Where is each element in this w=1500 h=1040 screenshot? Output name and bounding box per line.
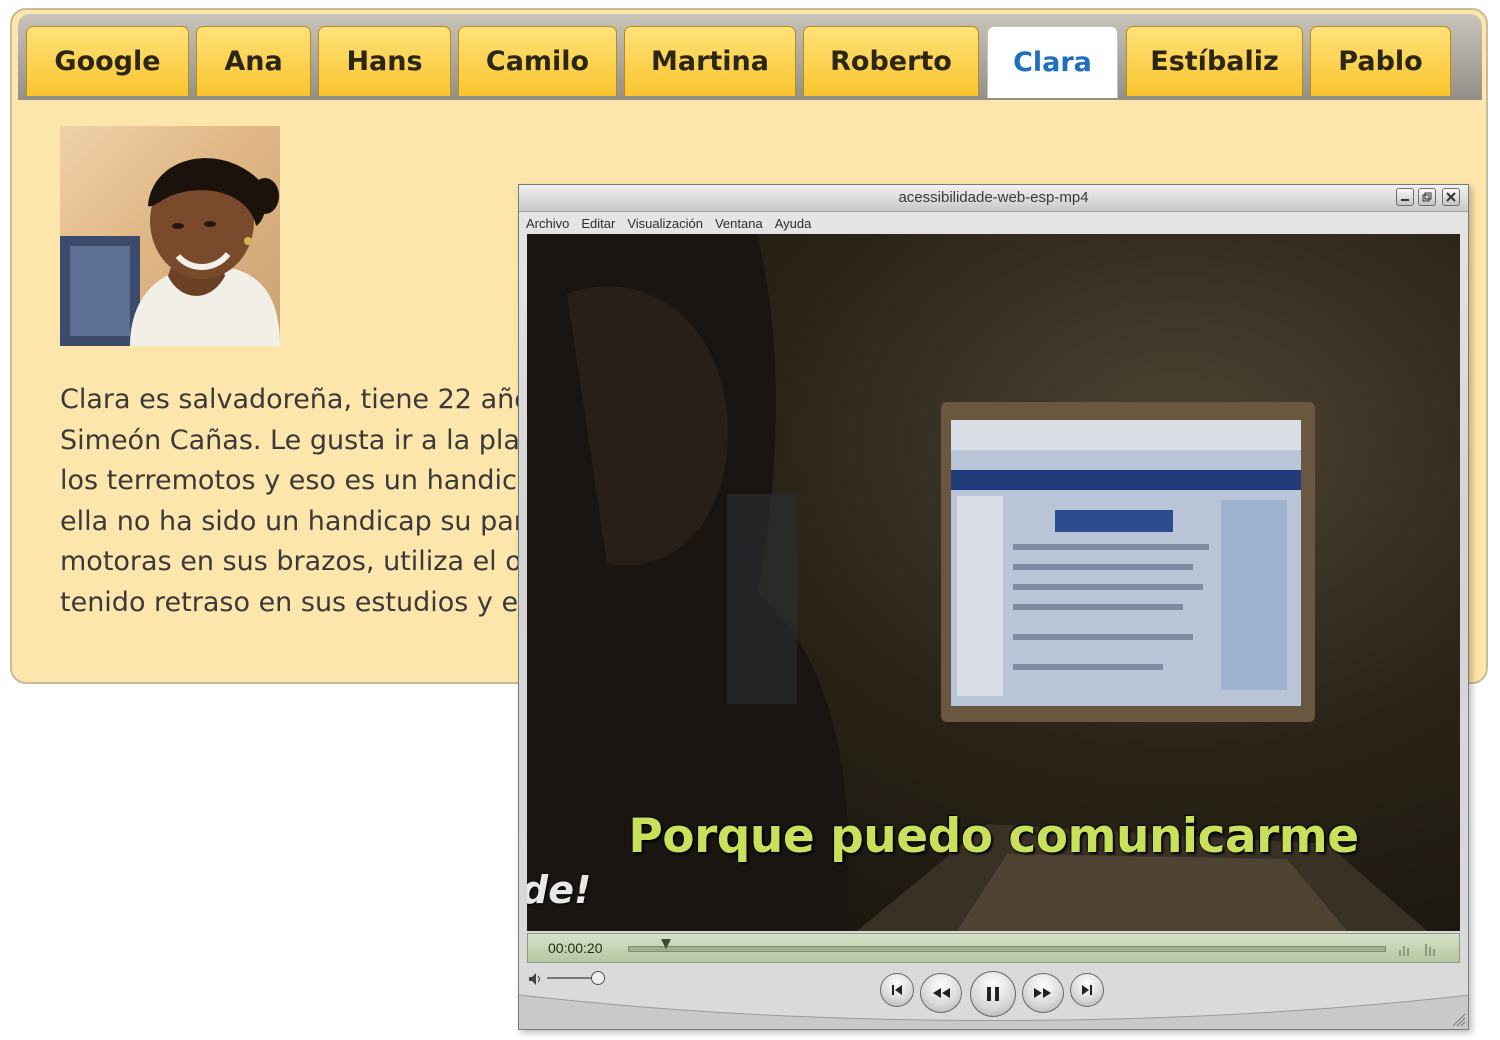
minimize-button[interactable] [1396,188,1414,206]
description-line: ella no ha sido un handicap su pará [60,505,530,537]
tab-martina[interactable]: Martina [624,26,796,96]
menu-ventana[interactable]: Ventana [715,216,763,231]
media-player-window: acessibilidade-web-esp-mp4 Archivo Edita… [518,184,1469,1030]
tab-camilo[interactable]: Camilo [458,26,617,96]
description-line: Simeón Cañas. Le gusta ir a la playa [60,424,530,456]
window-title: acessibilidade-web-esp-mp4 [898,189,1089,206]
time-display: 00:00:20 [548,940,603,956]
tab-google[interactable]: Google [26,26,189,96]
description-line: tenido retraso en sus estudios y es [60,586,530,618]
video-subtitle: Porque puedo comunicarme [628,809,1359,864]
video-frame[interactable]: de! Porque puedo comunicarme [527,234,1460,931]
menu-ayuda[interactable]: Ayuda [775,216,812,231]
description-line: Clara es salvadoreña, tiene 22 años, [60,384,530,415]
tab-estibaliz[interactable]: Estíbaliz [1126,26,1303,96]
tab-roberto[interactable]: Roberto [803,26,979,96]
resize-grip-icon[interactable] [1452,1013,1466,1027]
tab-pablo[interactable]: Pablo [1310,26,1451,96]
audio-level-icon [1399,944,1435,956]
minimize-icon [1401,199,1409,201]
tab-clara[interactable]: Clara [987,26,1118,98]
progress-track[interactable] [628,939,1386,952]
restore-button[interactable] [1418,188,1436,206]
volume-icon[interactable] [527,971,543,987]
description-line: los terremotos y eso es un handicap [60,465,530,497]
tab-hans[interactable]: Hans [318,26,451,96]
profile-photo [60,126,280,346]
video-caption-fragment: de! [527,868,592,912]
close-icon [1446,192,1456,202]
menu-editar[interactable]: Editar [581,216,615,231]
menu-archivo[interactable]: Archivo [526,216,569,231]
player-base-decoration [519,994,1468,1029]
tab-ana[interactable]: Ana [196,26,311,96]
timeline-bar: 00:00:20 [527,933,1460,963]
menu-visualizacion[interactable]: Visualización [627,216,703,231]
volume-slider-knob[interactable] [591,971,605,985]
restore-icon [1422,192,1432,202]
description-line: motoras en sus brazos, utiliza el orc [60,546,530,578]
close-button[interactable] [1442,188,1460,206]
playhead-icon[interactable] [660,938,672,950]
title-bar[interactable]: acessibilidade-web-esp-mp4 [519,185,1468,212]
profile-description: Clara es salvadoreña, tiene 22 años, Sim… [60,380,530,630]
menu-bar: Archivo Editar Visualización Ventana Ayu… [519,212,1468,234]
